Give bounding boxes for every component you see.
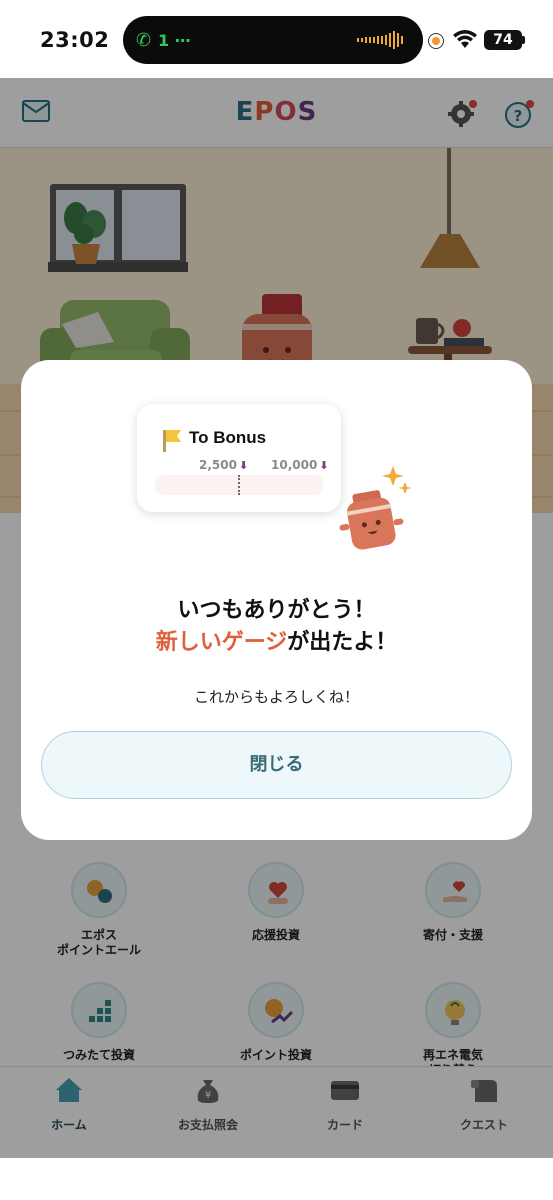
bonus-gauge-card: To Bonus 2,500 ⬇ 10,000 ⬇ (137, 404, 341, 512)
modal-title-line2: 新しいゲージが出たよ！ (155, 630, 398, 655)
bonus-title: To Bonus (189, 428, 267, 447)
bonus-gauge-bar (155, 475, 323, 495)
modal-subtitle: これからもよろしくね！ (193, 688, 359, 706)
call-indicator: 1 ⋯ (158, 31, 191, 50)
down-arrow-icon: ⬇ (238, 459, 249, 472)
gauge-threshold-2: 10,000 ⬇ (271, 458, 329, 472)
home-indicator-area (0, 1158, 553, 1200)
status-time: 23:02 (40, 28, 110, 52)
battery-indicator: 74 (484, 30, 522, 50)
new-gauge-modal: To Bonus 2,500 ⬇ 10,000 ⬇ いつもありがとう！ 新しいゲージ… (21, 360, 532, 840)
phone-icon: ✆ (136, 30, 152, 51)
accent-text: 新しいゲージ (155, 630, 288, 655)
mascot-sparkle-icon (339, 466, 412, 550)
recording-dot-icon (429, 34, 443, 48)
status-bar: 23:02 ✆ 1 ⋯ 74 (0, 0, 553, 78)
down-arrow-icon: ⬇ (319, 459, 329, 472)
gauge-threshold-1: 2,500 ⬇ (199, 458, 249, 472)
battery-tip (522, 36, 525, 44)
wifi-icon (453, 30, 477, 48)
modal-title: いつもありがとう！ (177, 598, 376, 623)
flag-icon (163, 430, 181, 452)
close-button[interactable]: 閉じる (41, 731, 512, 799)
audio-wave-icon (357, 31, 403, 49)
gauge-marker (238, 475, 240, 495)
